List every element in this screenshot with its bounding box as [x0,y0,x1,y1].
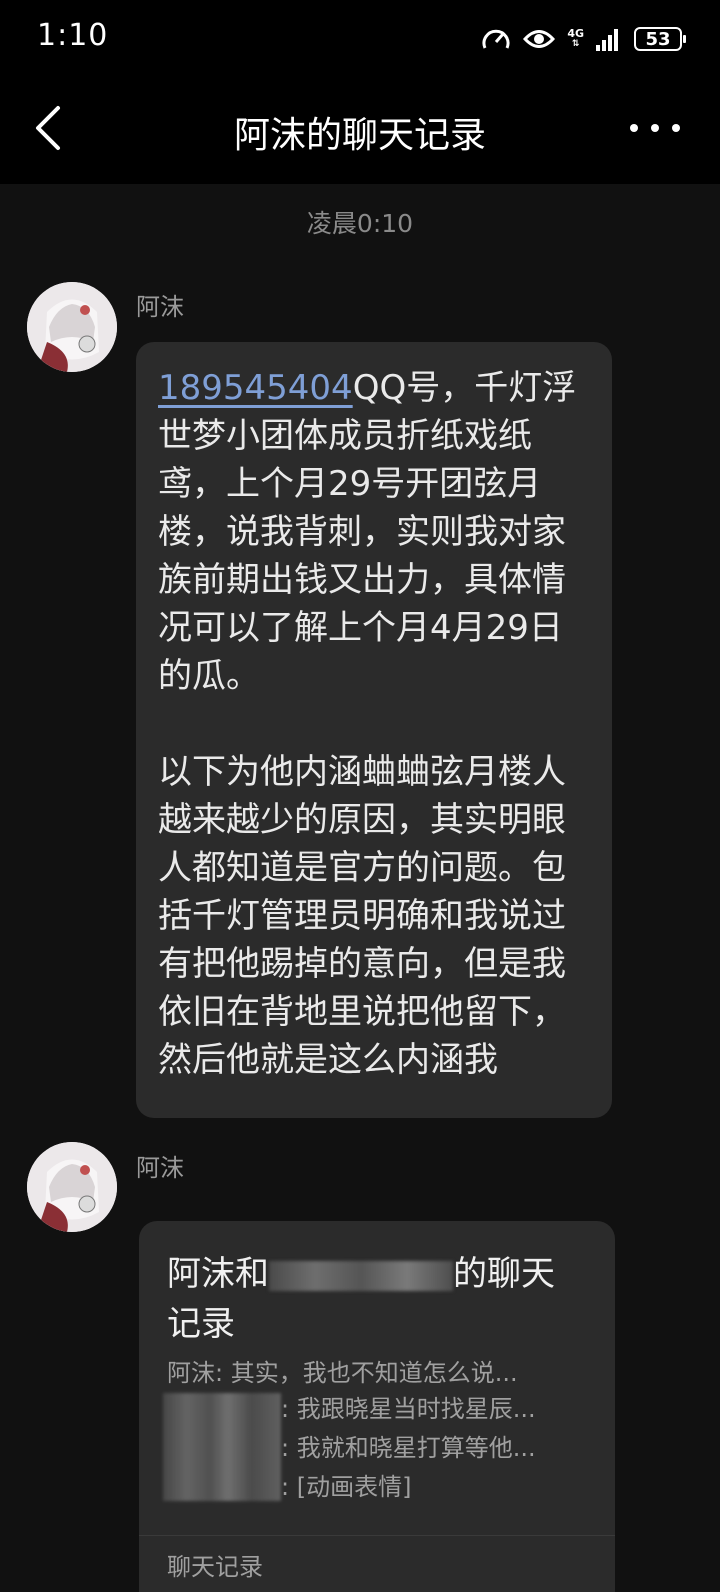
message-bubble[interactable]: 189545404QQ号，千灯浮世梦小团体成员折纸戏纸鸢，上个月29号开团弦月楼… [136,342,612,1118]
message-text[interactable]: 189545404QQ号，千灯浮世梦小团体成员折纸戏纸鸢，上个月29号开团弦月楼… [158,364,590,1084]
message-timestamp: 凌晨0:10 [306,209,414,238]
more-options-button[interactable] [630,108,680,148]
sender-avatar[interactable] [27,282,117,372]
chat-record-title: 阿沫和 的聊天记录 [167,1249,587,1349]
sender-avatar[interactable] [27,1142,117,1232]
status-time: 1:10 [37,18,109,53]
message-body: QQ号，千灯浮世梦小团体成员折纸戏纸鸢，上个月29号开团弦月楼，说我背刺，实则我… [158,368,577,1080]
qq-number-link[interactable]: 189545404 [158,368,353,408]
preview-line: 阿沫: 其实，我也不知道怎么说... [167,1359,518,1387]
title-bar: 阿沫的聊天记录 [0,78,720,184]
chat-screen: 1:10 4G ⇅ 53 阿沫的聊天记录 凌晨0:10 阿沫 189545404… [0,0,720,1592]
chat-record-label: 聊天记录 [167,1553,263,1581]
more-dot [630,124,638,132]
avatar-image [27,1142,117,1232]
sender-name: 阿沫 [136,293,184,321]
eye-icon [523,30,556,48]
sender-name: 阿沫 [136,1154,184,1182]
preview-line: : 我就和晓星打算等他... [281,1434,536,1462]
battery-indicator: 53 [634,27,686,51]
chat-record-title-start: 阿沫和 [167,1254,269,1294]
avatar-image [27,282,117,372]
network-arrows-icon: ⇅ [571,39,580,49]
preview-line: : 我跟晓星当时找星辰... [281,1395,536,1423]
signal-icon [596,29,618,51]
speed-gauge-icon [482,29,510,49]
more-dot [672,124,680,132]
card-divider [139,1535,615,1536]
redacted-names [163,1393,281,1501]
preview-line: : [动画表情] [281,1473,412,1501]
network-label: 4G [567,27,584,40]
more-dot [651,124,659,132]
battery-level: 53 [645,28,671,50]
chat-record-card[interactable]: 阿沫和 的聊天记录 阿沫: 其实，我也不知道怎么说... : 我跟晓星当时找星辰.… [139,1221,615,1592]
status-icons: 4G ⇅ 53 [481,22,686,56]
page-title: 阿沫的聊天记录 [233,115,486,156]
redacted-name [269,1260,453,1291]
status-bar: 1:10 4G ⇅ 53 [0,0,720,78]
network-indicator: 4G ⇅ [567,28,584,50]
